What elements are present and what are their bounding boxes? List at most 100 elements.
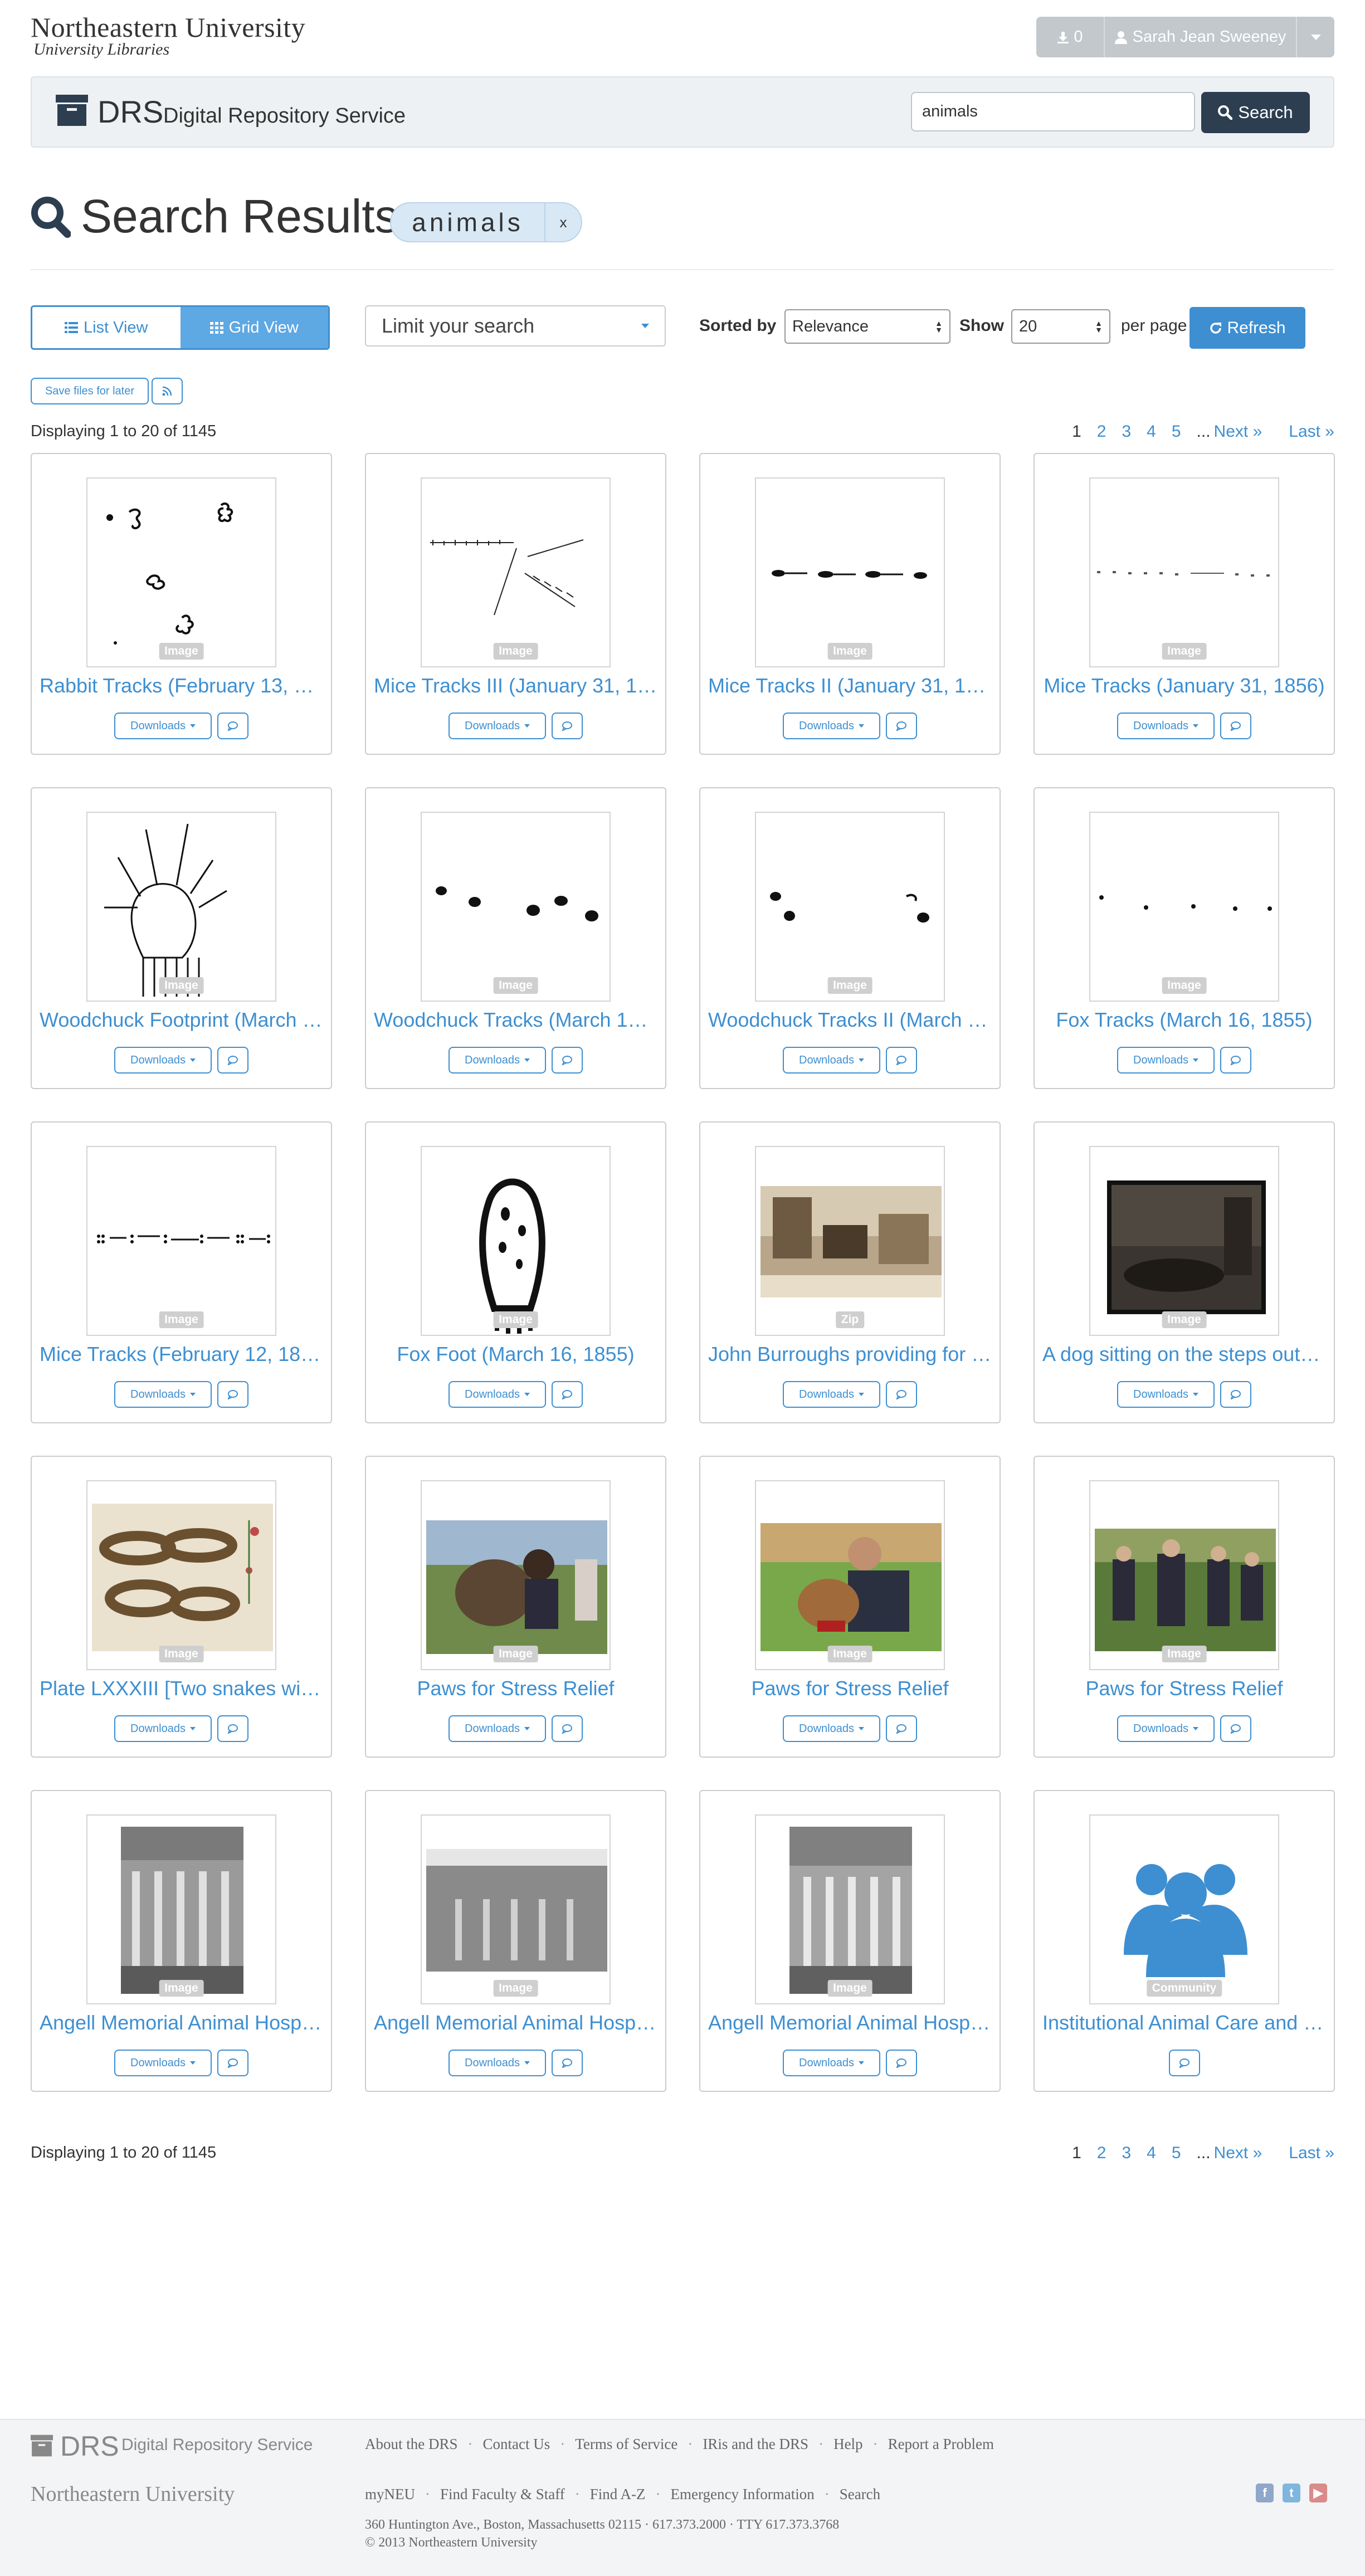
result-title-link[interactable]: A dog sitting on the steps outside <box>1042 1343 1326 1366</box>
downloads-dropdown-button[interactable]: Downloads <box>783 713 880 739</box>
comment-button[interactable] <box>1220 1047 1251 1074</box>
result-thumbnail[interactable]: Image <box>86 812 276 1002</box>
downloads-dropdown-button[interactable]: Downloads <box>1117 713 1215 739</box>
downloads-dropdown-button[interactable]: Downloads <box>1117 1047 1215 1074</box>
result-thumbnail[interactable]: Image <box>755 1480 945 1670</box>
footer-drs-title[interactable]: DRS <box>60 2430 119 2462</box>
twitter-icon[interactable]: t <box>1283 2484 1300 2502</box>
result-thumbnail[interactable]: Image <box>86 477 276 667</box>
result-title-link[interactable]: John Burroughs providing for the birds <box>708 1343 992 1366</box>
downloads-dropdown-button[interactable]: Downloads <box>448 713 546 739</box>
downloads-dropdown-button[interactable]: Downloads <box>1117 1381 1215 1408</box>
save-files-button[interactable]: Save files for later <box>31 378 149 404</box>
downloads-dropdown-button[interactable]: Downloads <box>1117 1715 1215 1742</box>
page-4-link[interactable]: 4 <box>1147 2144 1156 2163</box>
comment-button[interactable] <box>217 1715 248 1742</box>
next-page-link[interactable]: Next » <box>1214 422 1262 441</box>
comment-button[interactable] <box>886 1381 917 1408</box>
last-page-link[interactable]: Last » <box>1289 422 1334 441</box>
downloads-dropdown-button[interactable]: Downloads <box>448 1047 546 1074</box>
result-title-link[interactable]: Fox Foot (March 16, 1855) <box>374 1343 657 1366</box>
result-thumbnail[interactable]: Image <box>86 1814 276 2004</box>
comment-button[interactable] <box>552 2050 583 2076</box>
result-title-link[interactable]: Mice Tracks (February 12, 1856) <box>40 1343 323 1366</box>
result-thumbnail[interactable]: Community <box>1089 1814 1279 2004</box>
result-title-link[interactable]: Woodchuck Tracks (March 16, 1855) <box>374 1008 657 1032</box>
page-2-link[interactable]: 2 <box>1097 422 1106 441</box>
result-thumbnail[interactable]: Image <box>755 1814 945 2004</box>
footer-link[interactable]: Report a Problem <box>888 2436 994 2453</box>
result-title-link[interactable]: Angell Memorial Animal Hospital <box>40 2011 323 2035</box>
comment-button[interactable] <box>552 1047 583 1074</box>
rss-button[interactable] <box>152 378 183 404</box>
result-thumbnail[interactable]: Image <box>421 1814 611 2004</box>
list-view-button[interactable]: List View <box>32 307 181 348</box>
facebook-icon[interactable]: f <box>1256 2484 1274 2502</box>
downloads-dropdown-button[interactable]: Downloads <box>114 713 212 739</box>
comment-button[interactable] <box>886 2050 917 2076</box>
limit-search-dropdown[interactable]: Limit your search <box>365 305 666 347</box>
result-thumbnail[interactable]: Image <box>86 1480 276 1670</box>
result-thumbnail[interactable]: Image <box>1089 1146 1279 1336</box>
comment-button[interactable] <box>217 2050 248 2076</box>
comment-button[interactable] <box>1220 1381 1251 1408</box>
comment-button[interactable] <box>552 1715 583 1742</box>
page-5-link[interactable]: 5 <box>1172 2144 1181 2163</box>
footer-link[interactable]: Search <box>840 2486 880 2503</box>
result-title-link[interactable]: Woodchuck Tracks II (March 16, 1855) <box>708 1008 992 1032</box>
result-title-link[interactable]: Paws for Stress Relief <box>1042 1677 1326 1700</box>
downloads-dropdown-button[interactable]: Downloads <box>114 2050 212 2076</box>
comment-button[interactable] <box>217 1047 248 1074</box>
footer-link[interactable]: IRis and the DRS <box>703 2436 808 2453</box>
result-thumbnail[interactable]: Image <box>421 477 611 667</box>
footer-link[interactable]: Help <box>833 2436 862 2453</box>
result-title-link[interactable]: Mice Tracks (January 31, 1856) <box>1042 674 1326 697</box>
result-title-link[interactable]: Woodchuck Footprint (March 16, 1855) <box>40 1008 323 1032</box>
result-title-link[interactable]: Institutional Animal Care and Use Commit… <box>1042 2011 1326 2035</box>
footer-link[interactable]: Find A-Z <box>590 2486 646 2503</box>
page-5-link[interactable]: 5 <box>1172 422 1181 441</box>
result-title-link[interactable]: Mice Tracks III (January 31, 1856) <box>374 674 657 697</box>
downloads-count-button[interactable]: 0 <box>1036 17 1105 57</box>
footer-link[interactable]: Emergency Information <box>671 2486 815 2503</box>
downloads-dropdown-button[interactable]: Downloads <box>114 1715 212 1742</box>
comment-button[interactable] <box>1168 2050 1200 2076</box>
downloads-dropdown-button[interactable]: Downloads <box>114 1047 212 1074</box>
result-thumbnail[interactable]: Image <box>421 812 611 1002</box>
downloads-dropdown-button[interactable]: Downloads <box>448 1381 546 1408</box>
downloads-dropdown-button[interactable]: Downloads <box>783 1715 880 1742</box>
downloads-dropdown-button[interactable]: Downloads <box>448 2050 546 2076</box>
comment-button[interactable] <box>886 1047 917 1074</box>
result-thumbnail[interactable]: Zip <box>755 1146 945 1336</box>
footer-link[interactable]: myNEU <box>365 2486 415 2503</box>
comment-button[interactable] <box>217 713 248 739</box>
result-thumbnail[interactable]: Image <box>1089 1480 1279 1670</box>
youtube-icon[interactable]: ▶ <box>1309 2484 1327 2502</box>
comment-button[interactable] <box>552 713 583 739</box>
result-thumbnail[interactable]: Image <box>421 1146 611 1336</box>
comment-button[interactable] <box>552 1381 583 1408</box>
result-title-link[interactable]: Paws for Stress Relief <box>708 1677 992 1700</box>
user-menu-button[interactable]: Sarah Jean Sweeney <box>1105 17 1297 57</box>
result-title-link[interactable]: Fox Tracks (March 16, 1855) <box>1042 1008 1326 1032</box>
downloads-dropdown-button[interactable]: Downloads <box>448 1715 546 1742</box>
page-3-link[interactable]: 3 <box>1122 422 1131 441</box>
grid-view-button[interactable]: Grid View <box>180 307 328 348</box>
university-name[interactable]: Northeastern University <box>31 11 305 43</box>
search-input[interactable] <box>911 92 1195 131</box>
downloads-dropdown-button[interactable]: Downloads <box>783 1047 880 1074</box>
drs-title[interactable]: DRS <box>98 94 163 130</box>
result-title-link[interactable]: Mice Tracks II (January 31, 1856) <box>708 674 992 697</box>
result-thumbnail[interactable]: Image <box>1089 477 1279 667</box>
footer-link[interactable]: Terms of Service <box>575 2436 677 2453</box>
remove-facet-button[interactable]: x <box>544 203 581 241</box>
refresh-button[interactable]: Refresh <box>1190 307 1305 349</box>
next-page-link[interactable]: Next » <box>1214 2144 1262 2163</box>
result-thumbnail[interactable]: Image <box>421 1480 611 1670</box>
comment-button[interactable] <box>217 1381 248 1408</box>
result-title-link[interactable]: Paws for Stress Relief <box>374 1677 657 1700</box>
page-2-link[interactable]: 2 <box>1097 2144 1106 2163</box>
downloads-dropdown-button[interactable]: Downloads <box>114 1381 212 1408</box>
footer-link[interactable]: Find Faculty & Staff <box>440 2486 565 2503</box>
last-page-link[interactable]: Last » <box>1289 2144 1334 2163</box>
